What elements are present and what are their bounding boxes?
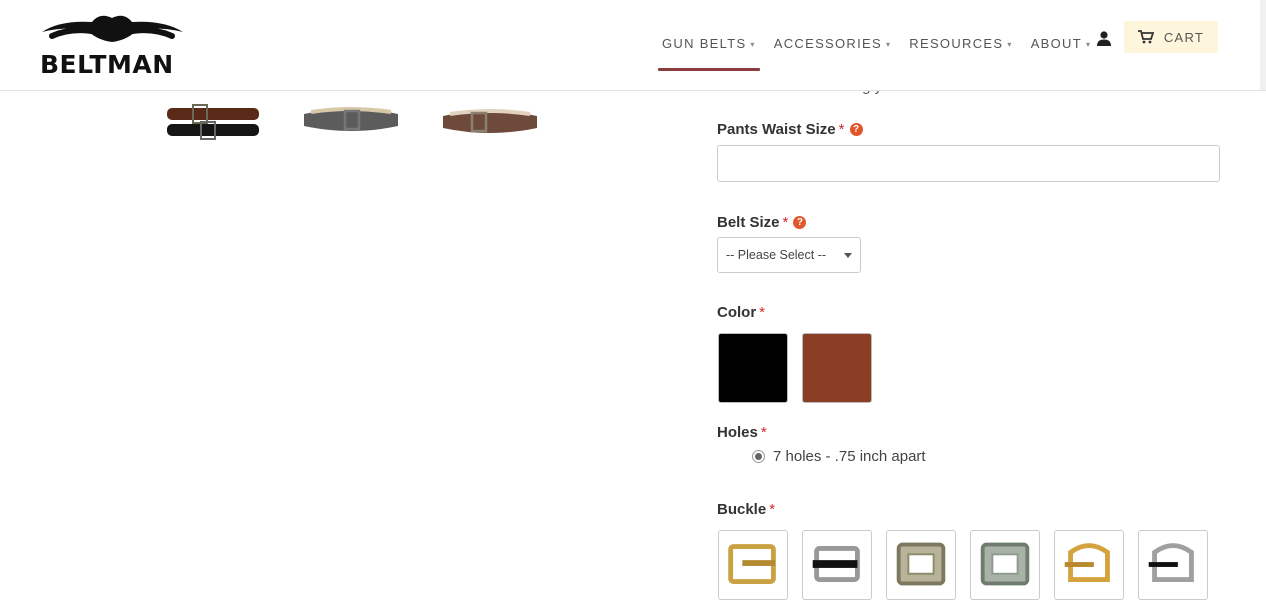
required-asterisk: * [760, 424, 767, 441]
logo-text: BELTMAN [40, 50, 174, 79]
buckle-option-silver-black[interactable] [802, 530, 872, 600]
required-asterisk: * [759, 304, 766, 321]
buckle-option-ornate-silver[interactable] [970, 530, 1040, 600]
waist-size-label-text: Pants Waist Size [717, 121, 836, 138]
caret-down-icon: ▾ [1007, 39, 1013, 49]
nav-about[interactable]: ABOUT ▾ [1025, 36, 1098, 51]
main-nav: GUN BELTS ▾ ACCESSORIES ▾ RESOURCES ▾ ABOUT… [656, 30, 1103, 71]
holes-label-text: Holes [717, 424, 758, 441]
holes-label: Holes * [717, 424, 767, 441]
buckle-option-gold[interactable] [718, 530, 788, 600]
belt-size-label-text: Belt Size [717, 214, 780, 231]
nav-about-label: ABOUT [1030, 35, 1082, 51]
required-asterisk: * [782, 214, 789, 231]
color-label-text: Color [717, 304, 757, 321]
nav-resources-label: RESOURCES [909, 35, 1004, 51]
caret-down-icon: ▾ [885, 39, 892, 49]
belt-size-select[interactable]: -- Please Select -- [717, 237, 861, 273]
nav-accessories[interactable]: ACCESSORIES ▾ [768, 36, 898, 51]
steer-horns-icon [42, 15, 183, 42]
caret-down-icon: ▾ [1085, 39, 1092, 49]
thumbnail-belt-black-brown[interactable] [163, 100, 263, 150]
help-icon[interactable]: ? [793, 216, 807, 229]
buckle-label-text: Buckle [717, 501, 767, 518]
site-header: BELTMAN GUN BELTS ▾ ACCESSORIES ▾ RESOURCE… [0, 0, 1266, 91]
holes-option[interactable]: 7 holes - .75 inch apart [752, 448, 926, 465]
nav-accessories-label: ACCESSORIES [773, 35, 882, 51]
color-label: Color * [717, 304, 765, 321]
color-swatch-black[interactable] [718, 333, 788, 403]
nav-gun-belts[interactable]: GUN BELTS ▾ [656, 35, 762, 71]
cart-label: CART [1163, 29, 1205, 45]
nav-gun-belts-label: GUN BELTS [662, 35, 747, 51]
holes-radio[interactable] [752, 450, 765, 463]
holes-option-label: 7 holes - .75 inch apart [773, 448, 926, 465]
required-asterisk: * [769, 501, 776, 518]
belt-size-selected: -- Please Select -- [726, 248, 827, 262]
thumbnail-belt-gray[interactable] [301, 100, 401, 150]
buckle-option-silver-rounded[interactable] [1138, 530, 1208, 600]
buckle-option-gold-rounded[interactable] [1054, 530, 1124, 600]
cart-button[interactable]: CART [1124, 21, 1218, 53]
beltman-logo[interactable]: BELTMAN [40, 14, 185, 79]
scrollbar[interactable] [1260, 0, 1266, 90]
thumbnail-belt-brown[interactable] [440, 100, 540, 150]
help-icon[interactable]: ? [849, 123, 863, 136]
nav-resources[interactable]: RESOURCES ▾ [903, 36, 1018, 51]
waist-size-input[interactable] [717, 145, 1220, 182]
belt-size-label: Belt Size *? [717, 214, 807, 231]
waist-size-label: Pants Waist Size *? [717, 121, 863, 138]
required-asterisk: * [838, 121, 845, 138]
user-account-icon[interactable] [1096, 30, 1112, 46]
color-swatch-brown[interactable] [802, 333, 872, 403]
caret-down-icon: ▾ [750, 39, 756, 49]
shopping-cart-icon [1137, 30, 1154, 44]
buckle-label: Buckle * [717, 501, 775, 518]
dropdown-arrow-icon [844, 253, 852, 258]
buckle-option-antique-brass[interactable] [886, 530, 956, 600]
